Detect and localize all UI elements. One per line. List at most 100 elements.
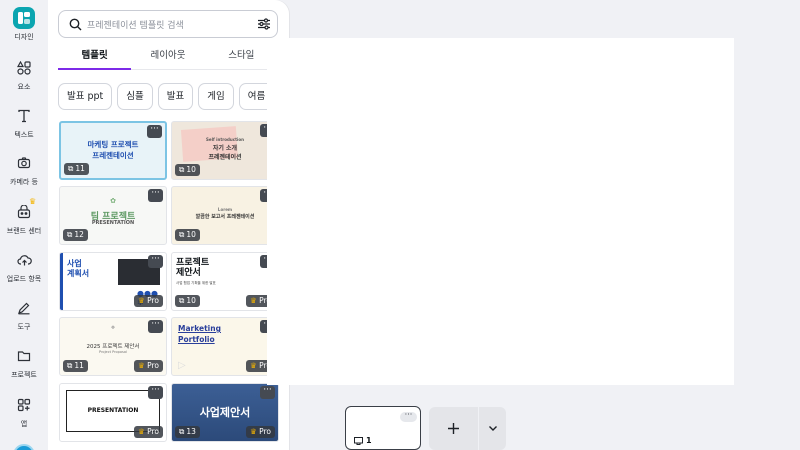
template-card[interactable]: ❖ 2025 프로젝트 제안서 Project Proposal ··· ⧉ 11… xyxy=(59,317,167,376)
crown-icon: ♛ xyxy=(249,427,257,436)
add-page-button[interactable] xyxy=(429,407,478,450)
search-placeholder: 프레젠테이션 템플릿 검색 xyxy=(87,20,184,31)
page-thumbnail[interactable]: ··· 1 xyxy=(345,406,421,450)
template-subtitle: PRESENTATION xyxy=(91,220,135,226)
add-page-options-button[interactable] xyxy=(479,407,506,450)
chip[interactable]: 발표 xyxy=(157,83,194,110)
template-card[interactable]: 마케팅 프로젝트 프레젠테이션 ··· ⧉ 11 xyxy=(59,121,167,180)
sidebar-item-elements[interactable]: 요소 xyxy=(0,57,48,92)
template-card[interactable]: 사업제안서 ··· ⧉ 13 ♛ Pro xyxy=(171,383,279,442)
sidebar-item-projects[interactable]: 프로젝트 xyxy=(0,345,48,380)
more-options-icon[interactable]: ··· xyxy=(400,411,417,422)
sidebar-item-label: 브랜드 센터 xyxy=(6,227,42,235)
search-input[interactable]: 프레젠테이션 템플릿 검색 xyxy=(58,10,278,38)
chevron-down-icon xyxy=(488,426,497,431)
camera-icon xyxy=(13,152,35,174)
template-title: 마케팅 프로젝트 프레젠테이션 xyxy=(87,140,139,160)
template-title: 사업제안서 xyxy=(199,406,251,419)
plus-icon xyxy=(448,423,459,434)
template-title: 프로젝트 제안서 xyxy=(176,258,210,278)
chip[interactable]: 게임 xyxy=(198,83,234,110)
sidebar-item-label: 텍스트 xyxy=(14,131,34,139)
sidebar-item-label: 디자인 xyxy=(14,33,34,41)
chip[interactable]: 발표 ppt xyxy=(58,83,113,110)
pro-badge: ♛ Pro xyxy=(133,360,163,372)
template-title: 자기 소개 프레젠테이션 xyxy=(208,145,242,161)
sidebar-item-label: 도구 xyxy=(17,323,31,331)
page-icon xyxy=(354,436,363,445)
sidebar-item-brand[interactable]: ♛ 브랜드 센터 xyxy=(0,197,48,236)
design-canvas[interactable] xyxy=(267,38,734,385)
template-title: Marketing Portfolio xyxy=(178,324,221,344)
template-subtitle: Project Proposal xyxy=(99,350,127,354)
template-card[interactable]: PRESENTATION ··· ♛ Pro xyxy=(59,383,167,442)
text-icon xyxy=(13,105,35,127)
upload-icon xyxy=(13,249,35,271)
design-icon xyxy=(13,7,35,29)
pages-icon: ⧉ xyxy=(179,296,185,305)
page-count-badge: ⧉ 12 xyxy=(63,229,88,241)
template-subtitle: 사업 협업 기획을 위한 발표 xyxy=(176,281,216,285)
template-card[interactable]: 프로젝트 제안서 사업 협업 기획을 위한 발표 ··· ⧉10 ♛ Pro xyxy=(171,252,279,311)
sidebar-item-label: 업로드 항목 xyxy=(6,275,42,283)
more-options-icon[interactable]: ··· xyxy=(148,189,163,202)
page-count-badge: ⧉ 10 xyxy=(175,229,200,241)
template-card[interactable]: ✿ 팀 프로젝트 PRESENTATION ··· ⧉ 12 xyxy=(59,186,167,245)
filter-icon[interactable] xyxy=(251,18,277,30)
pro-badge: ♛ Pro xyxy=(133,426,163,438)
pro-badge: ♛ Pro xyxy=(245,426,275,438)
page-count-badge: ⧉ 11 xyxy=(63,360,88,372)
template-card[interactable]: Marketing Portfolio ▷ ··· ♛ Pro xyxy=(171,317,279,376)
pages-icon: ⧉ xyxy=(68,164,74,173)
sidebar-item-label: 요소 xyxy=(17,83,31,91)
pro-badge: ♛ Pro xyxy=(133,295,163,307)
page-count-badge: ⧉ 13 xyxy=(175,426,200,438)
more-options-icon[interactable]: ··· xyxy=(148,386,163,399)
template-title: PRESENTATION xyxy=(87,407,139,414)
sidebar-item-label: 카메라 등 xyxy=(10,178,38,186)
page-count-badge: ⧉ 11 xyxy=(64,163,89,175)
more-options-icon[interactable]: ··· xyxy=(147,125,162,138)
sidebar-item-apps[interactable]: 앱 xyxy=(0,394,48,429)
sidebar-item-design[interactable]: 디자인 xyxy=(0,7,48,42)
apps-icon xyxy=(13,394,35,416)
template-subtitle: Self introduction xyxy=(206,137,244,142)
panel-tabs: 템플릿 레이아웃 스타일 xyxy=(58,44,278,70)
sidebar-item-label: 프로젝트 xyxy=(11,371,37,379)
templates-panel: 프레젠테이션 템플릿 검색 템플릿 레이아웃 스타일 발표 ppt 심플 발표 … xyxy=(48,0,289,450)
play-icon: ▷ xyxy=(178,360,186,371)
template-title: 사업 계획서 xyxy=(67,259,90,278)
sidebar-item-label: 앱 xyxy=(20,420,28,428)
template-card[interactable]: Lorem 깔끔한 보고서 프레젠테이션 ··· ⧉10 xyxy=(171,186,279,245)
page-count-badge: ⧉ 10 xyxy=(175,295,200,307)
folder-icon xyxy=(13,345,35,367)
crown-icon: ♛ xyxy=(29,197,37,206)
template-title: 2025 프로젝트 제안서 xyxy=(86,344,140,350)
template-card[interactable]: 사업 계획서 ●●● ✱ ··· ♛ Pro xyxy=(59,252,167,311)
crown-icon: ♛ xyxy=(137,296,145,305)
sidebar-item-text[interactable]: 텍스트 xyxy=(0,105,48,140)
page-count-badge: ⧉ 10 xyxy=(175,164,200,176)
pages-icon: ⧉ xyxy=(179,230,185,239)
chip[interactable]: 심플 xyxy=(117,83,153,110)
tab-templates[interactable]: 템플릿 xyxy=(58,44,132,70)
crown-icon: ♛ xyxy=(137,427,145,436)
search-icon xyxy=(63,18,87,31)
crown-icon: ♛ xyxy=(137,361,145,370)
more-options-icon[interactable]: ··· xyxy=(148,320,163,333)
sidebar-item-uploads[interactable]: 업로드 항목 xyxy=(0,249,48,284)
tab-layouts[interactable]: 레이아웃 xyxy=(131,44,204,69)
more-options-icon[interactable]: ··· xyxy=(148,255,163,268)
template-card[interactable]: Self introduction 자기 소개 프레젠테이션 ··· ⧉10 xyxy=(171,121,279,180)
sidebar-item-tools[interactable]: 도구 xyxy=(0,297,48,332)
page-number: 1 xyxy=(354,436,372,445)
more-options-icon[interactable]: ··· xyxy=(260,386,275,399)
filter-chips: 발표 ppt 심플 발표 게임 여름 xyxy=(58,83,289,110)
avatar[interactable] xyxy=(13,444,35,450)
pages-icon: ⧉ xyxy=(67,230,73,239)
template-title: 깔끔한 보고서 프레젠테이션 xyxy=(195,214,255,220)
sidebar-item-camera[interactable]: 카메라 등 xyxy=(0,152,48,187)
elements-icon xyxy=(13,57,35,79)
crown-icon: ♛ xyxy=(249,361,257,370)
tools-icon xyxy=(13,297,35,319)
